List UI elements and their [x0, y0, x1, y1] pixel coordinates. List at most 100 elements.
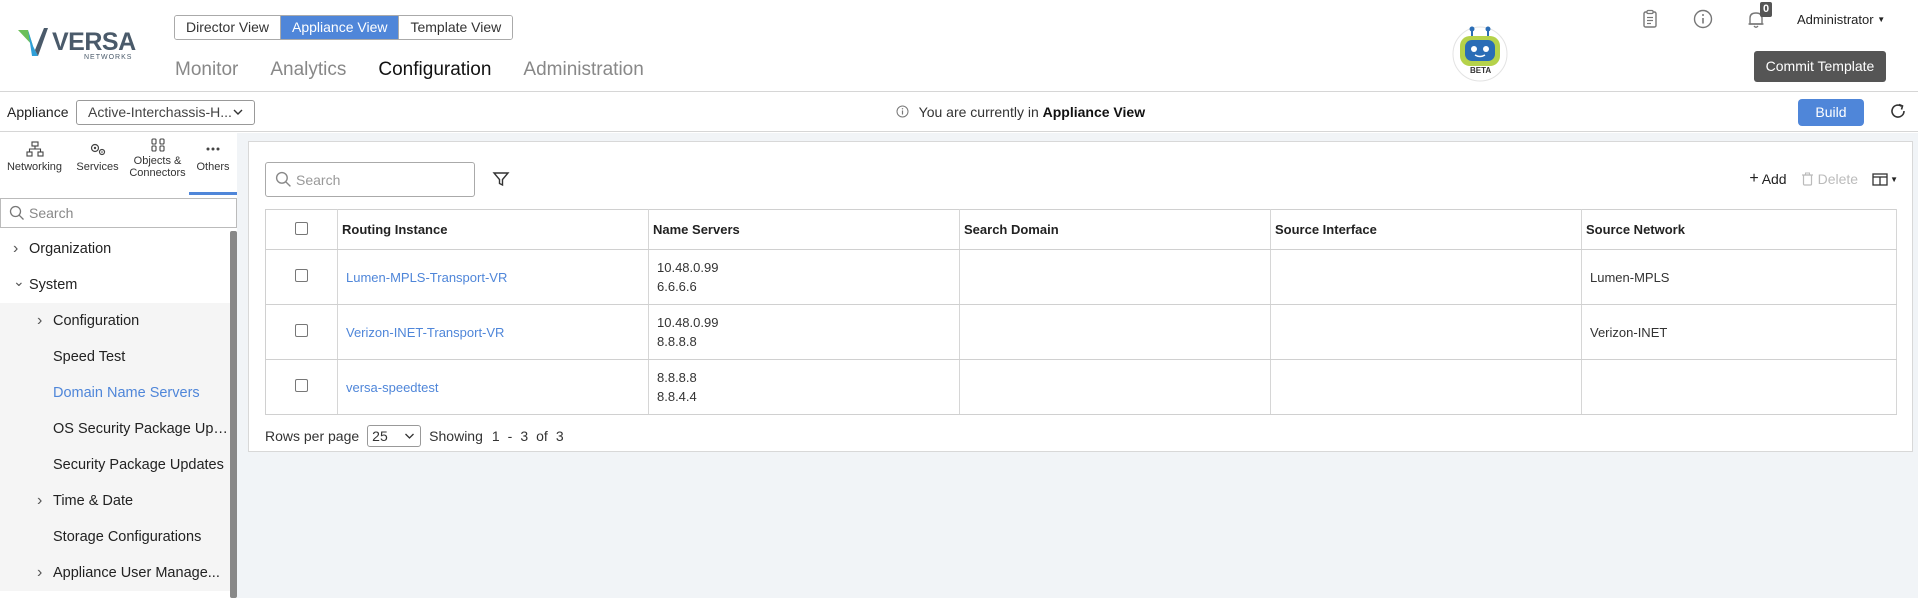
- chevron-right-icon[interactable]: ›: [37, 303, 42, 339]
- chevron-right-icon[interactable]: ›: [37, 483, 42, 519]
- director-view-button[interactable]: Director View: [175, 16, 281, 39]
- appliance-bar: Appliance Active-Interchassis-H... You a…: [0, 93, 1918, 132]
- sidebar-tree: › Organization ⌄ System › Configuration Speed …: [0, 231, 230, 598]
- sidebar-item-configuration[interactable]: › Configuration: [0, 303, 230, 339]
- row-select-cell: [265, 249, 338, 305]
- sidebar-item-speed-test[interactable]: Speed Test: [0, 339, 230, 375]
- showing-from: 1: [491, 428, 500, 444]
- refresh-icon[interactable]: [1888, 101, 1908, 121]
- showing-total: 3: [555, 428, 564, 444]
- sidebar-item-storage-configurations[interactable]: Storage Configurations: [0, 519, 230, 555]
- col-source-interface[interactable]: Source Interface: [1270, 209, 1582, 250]
- sidebar-item-organization[interactable]: › Organization: [0, 231, 230, 267]
- row-checkbox[interactable]: [295, 379, 308, 392]
- view-info-message: You are currently in Appliance View: [896, 104, 1145, 120]
- sidebar-item-appliance-user-manage[interactable]: › Appliance User Manage...: [0, 555, 230, 591]
- search-icon: [275, 171, 291, 187]
- sidebar-item-label: Storage Configurations: [53, 529, 202, 545]
- col-source-network[interactable]: Source Network: [1581, 209, 1897, 250]
- table-row[interactable]: versa-speedtest 8.8.8.8 8.8.4.4: [265, 359, 1897, 415]
- objects-grid-icon: [150, 138, 165, 152]
- sidebar-item-label: Domain Name Servers: [53, 385, 200, 401]
- name-servers-cell: 10.48.0.99 6.6.6.6: [648, 249, 960, 305]
- logo-subtext: NETWORKS: [84, 54, 133, 61]
- tab-services[interactable]: Services: [69, 133, 126, 195]
- name-servers-cell: 10.48.0.99 8.8.8.8: [648, 304, 960, 360]
- main-nav: Monitor Analytics Configuration Administ…: [175, 56, 676, 98]
- search-domain-cell: [959, 304, 1271, 360]
- nav-monitor[interactable]: Monitor: [175, 56, 238, 92]
- select-all-checkbox[interactable]: [295, 221, 308, 235]
- table-search-input[interactable]: [296, 170, 466, 190]
- tab-others[interactable]: Others: [189, 133, 237, 195]
- view-switcher: Director View Appliance View Template Vi…: [174, 15, 514, 40]
- sidebar-scrollbar[interactable]: [230, 231, 237, 598]
- commit-template-button[interactable]: Commit Template: [1754, 51, 1886, 82]
- tab-objects-connectors[interactable]: Objects & Connectors: [126, 133, 189, 195]
- versa-logo[interactable]: VERSA NETWORKS: [18, 26, 136, 62]
- table-row[interactable]: Verizon-INET-Transport-VR 10.48.0.99 8.8.8…: [265, 304, 1897, 360]
- network-icon: [25, 141, 44, 157]
- row-checkbox[interactable]: [295, 324, 308, 337]
- name-server-value: 10.48.0.99: [657, 315, 719, 330]
- col-routing-instance[interactable]: Routing Instance: [337, 209, 649, 250]
- assistant-bot-button[interactable]: BETA: [1450, 24, 1510, 82]
- table-search: [265, 162, 475, 197]
- rows-per-page-label: Rows per page: [265, 428, 360, 444]
- delete-button-label: Delete: [1817, 171, 1859, 187]
- sidebar-item-time-date[interactable]: › Time & Date: [0, 483, 230, 519]
- routing-instance-link[interactable]: Lumen-MPLS-Transport-VR: [337, 249, 649, 305]
- rows-per-page-select[interactable]: 25: [367, 425, 422, 447]
- chevron-down-icon: [233, 109, 243, 115]
- top-header: VERSA NETWORKS Director View Appliance V…: [0, 0, 1918, 98]
- more-dots-icon: [206, 147, 220, 151]
- search-icon: [9, 205, 24, 220]
- sidebar-item-label: System: [29, 277, 78, 293]
- routing-instance-link[interactable]: Verizon-INET-Transport-VR: [337, 304, 649, 360]
- build-button[interactable]: Build: [1798, 99, 1864, 126]
- column-chooser-button[interactable]: ▼: [1872, 172, 1898, 186]
- add-button[interactable]: + Add: [1749, 170, 1786, 188]
- template-view-button[interactable]: Template View: [399, 16, 513, 39]
- chevron-down-icon[interactable]: ⌄: [13, 267, 25, 299]
- sidebar-item-os-security-package-upd[interactable]: OS Security Package Upd...: [0, 411, 230, 447]
- chevron-right-icon[interactable]: ›: [37, 555, 42, 591]
- info-icon[interactable]: [1692, 8, 1714, 30]
- routing-instance-link[interactable]: versa-speedtest: [337, 359, 649, 415]
- user-menu[interactable]: Administrator ▼: [1797, 12, 1885, 27]
- tab-objects-connectors-label: Objects & Connectors: [129, 155, 186, 179]
- sidebar-item-domain-name-servers[interactable]: Domain Name Servers: [0, 375, 230, 411]
- delete-button[interactable]: Delete: [1801, 171, 1858, 187]
- name-server-value: 8.8.8.8: [657, 370, 697, 385]
- source-network-cell: Lumen-MPLS: [1581, 249, 1897, 305]
- filter-icon[interactable]: [492, 170, 510, 188]
- col-name-servers[interactable]: Name Servers: [648, 209, 960, 250]
- nav-analytics[interactable]: Analytics: [270, 56, 346, 92]
- nav-administration[interactable]: Administration: [523, 56, 643, 92]
- sidebar: Networking Services Objects & Connectors: [0, 133, 237, 598]
- appliance-label: Appliance: [7, 104, 69, 120]
- nav-configuration[interactable]: Configuration: [363, 56, 507, 98]
- tab-networking[interactable]: Networking: [0, 133, 69, 195]
- appliance-view-button[interactable]: Appliance View: [281, 16, 400, 39]
- showing-label: Showing: [429, 428, 483, 444]
- columns-icon: [1872, 172, 1888, 186]
- sidebar-search-input[interactable]: [29, 203, 229, 223]
- col-search-domain[interactable]: Search Domain: [959, 209, 1271, 250]
- chevron-down-icon: [405, 433, 415, 439]
- chevron-right-icon[interactable]: ›: [13, 231, 18, 267]
- caret-down-icon: ▼: [1877, 15, 1886, 24]
- appliance-select[interactable]: Active-Interchassis-H...: [76, 100, 255, 125]
- sidebar-tabs: Networking Services Objects & Connectors: [0, 133, 237, 195]
- name-server-value: 8.8.8.8: [657, 334, 697, 349]
- sidebar-search: [0, 198, 237, 228]
- sidebar-item-security-package-updates[interactable]: Security Package Updates: [0, 447, 230, 483]
- showing-to: 3: [520, 428, 529, 444]
- name-servers-cell: 8.8.8.8 8.8.4.4: [648, 359, 960, 415]
- source-network-cell: Verizon-INET: [1581, 304, 1897, 360]
- clipboard-icon[interactable]: [1639, 8, 1661, 30]
- table-row[interactable]: Lumen-MPLS-Transport-VR 10.48.0.99 6.6.6.6…: [265, 249, 1897, 305]
- sidebar-item-system[interactable]: ⌄ System: [0, 267, 230, 303]
- source-interface-cell: [1270, 249, 1582, 305]
- row-checkbox[interactable]: [295, 269, 308, 282]
